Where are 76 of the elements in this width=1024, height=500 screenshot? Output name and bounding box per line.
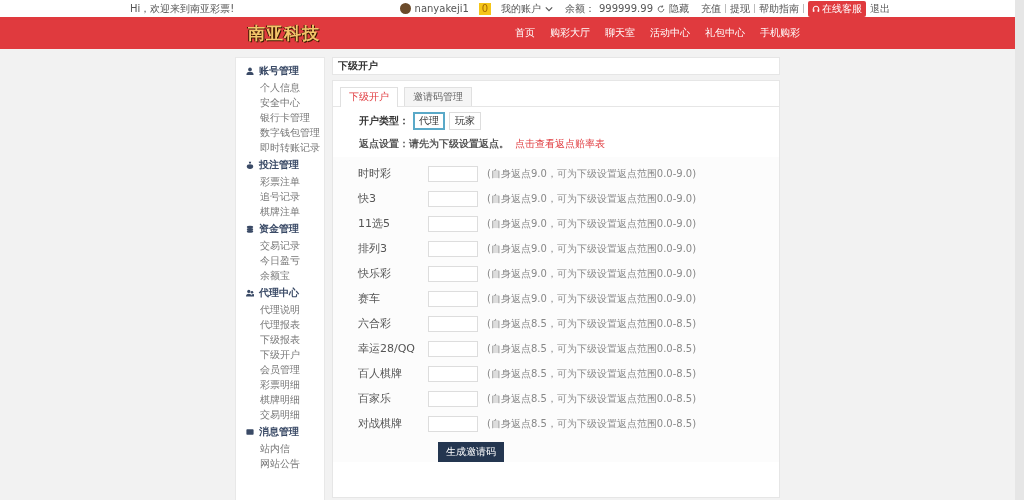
sidebar-item[interactable]: 棋牌注单 [236, 204, 324, 219]
top-link[interactable]: 提现 [730, 1, 750, 16]
sidebar-item[interactable]: 彩票明细 [236, 377, 324, 392]
sidebar-section-title: 消息管理 [259, 425, 299, 439]
rebate-hint: (自身返点9.0，可为下级设置返点范围0.0-9.0) [487, 166, 697, 181]
sidebar-item[interactable]: 安全中心 [236, 95, 324, 110]
sidebar-item[interactable]: 今日盈亏 [236, 253, 324, 268]
sidebar-item[interactable]: 银行卡管理 [236, 110, 324, 125]
account-type-option[interactable]: 代理 [413, 112, 445, 130]
sidebar-item[interactable]: 棋牌明细 [236, 392, 324, 407]
rebate-hint: (自身返点8.5，可为下级设置返点范围0.0-8.5) [487, 366, 697, 381]
nav-link[interactable]: 首页 [515, 26, 535, 40]
account-type-label: 开户类型： [359, 114, 409, 128]
generate-code-button[interactable]: 生成邀请码 [438, 442, 504, 462]
sidebar-section-title: 投注管理 [259, 158, 299, 172]
tab[interactable]: 邀请码管理 [404, 87, 472, 106]
rebate-hint: (自身返点9.0，可为下级设置返点范围0.0-9.0) [487, 241, 697, 256]
account-type-option[interactable]: 玩家 [449, 112, 481, 130]
game-label: 幸运28/QQ [358, 341, 417, 356]
sidebar-item[interactable]: 追号记录 [236, 189, 324, 204]
rebate-hint: (自身返点9.0，可为下级设置返点范围0.0-9.0) [487, 291, 697, 306]
sidebar-item[interactable]: 交易记录 [236, 238, 324, 253]
nav-link[interactable]: 手机购彩 [760, 26, 800, 40]
rebate-label: 返点设置：请先为下级设置返点。 [359, 138, 509, 149]
nav-link[interactable]: 购彩大厅 [550, 26, 590, 40]
sidebar-item[interactable]: 网站公告 [236, 456, 324, 471]
rebate-hint: (自身返点8.5，可为下级设置返点范围0.0-8.5) [487, 391, 697, 406]
balance-value: 999999.99 [598, 3, 653, 14]
panel-title: 下级开户 [338, 59, 378, 73]
online-service-button[interactable]: 在线客服 [808, 0, 866, 17]
rebate-hint: (自身返点9.0，可为下级设置返点范围0.0-9.0) [487, 216, 697, 231]
rebate-table-link[interactable]: 点击查看返点赔率表 [515, 138, 605, 149]
game-label: 六合彩 [358, 316, 392, 331]
sidebar-item[interactable]: 站内信 [236, 441, 324, 456]
top-link[interactable]: 充值 [701, 1, 721, 16]
balance-label: 余额： [564, 1, 595, 16]
sidebar-item[interactable]: 下级报表 [236, 332, 324, 347]
game-label: 11选5 [358, 216, 391, 231]
sidebar-section-title: 资金管理 [259, 222, 299, 236]
sidebar-item[interactable]: 下级开户 [236, 347, 324, 362]
sidebar-item[interactable]: 代理报表 [236, 317, 324, 332]
game-label: 百人棋牌 [358, 366, 403, 381]
sidebar-item[interactable]: 代理说明 [236, 302, 324, 317]
sidebar-item[interactable]: 会员管理 [236, 362, 324, 377]
welcome-text: Hi，欢迎来到南亚彩票! [130, 1, 235, 16]
nav-link[interactable]: 活动中心 [650, 26, 690, 40]
nav-link[interactable]: 聊天室 [605, 26, 635, 40]
rebate-hint: (自身返点8.5，可为下级设置返点范围0.0-8.5) [487, 316, 697, 331]
hide-link[interactable]: 隐藏 [669, 1, 689, 16]
game-label: 赛车 [358, 291, 381, 306]
sidebar-item[interactable]: 彩票注单 [236, 174, 324, 189]
nav-link[interactable]: 礼包中心 [705, 26, 745, 40]
sidebar-item[interactable]: 即时转账记录 [236, 140, 324, 155]
rebate-hint: (自身返点8.5，可为下级设置返点范围0.0-8.5) [487, 341, 697, 356]
rebate-hint: (自身返点9.0，可为下级设置返点范围0.0-9.0) [487, 191, 697, 206]
sidebar-section-title: 账号管理 [259, 64, 299, 78]
game-label: 快3 [358, 191, 377, 206]
tab[interactable]: 下级开户 [340, 87, 398, 107]
top-link[interactable]: 帮助指南 [759, 1, 799, 16]
logo[interactable]: 南亚科技 [248, 21, 320, 45]
sidebar-item[interactable]: 数字钱包管理 [236, 125, 324, 140]
rebate-hint: (自身返点8.5，可为下级设置返点范围0.0-8.5) [487, 416, 697, 431]
sidebar-item[interactable]: 交易明细 [236, 407, 324, 422]
account-menu[interactable]: 我的账户 [500, 1, 541, 16]
game-label: 对战棋牌 [358, 416, 403, 431]
vip-badge: 0 [478, 2, 491, 15]
rebate-hint: (自身返点9.0，可为下级设置返点范围0.0-9.0) [487, 266, 697, 281]
sidebar-item[interactable]: 个人信息 [236, 80, 324, 95]
game-label: 时时彩 [358, 166, 392, 181]
sidebar-section-title: 代理中心 [259, 286, 299, 300]
game-label: 快乐彩 [358, 266, 392, 281]
username: nanyakeji1 [414, 3, 469, 14]
logout-link[interactable]: 退出 [870, 1, 890, 16]
game-label: 百家乐 [358, 391, 392, 406]
sidebar-item[interactable]: 余额宝 [236, 268, 324, 283]
game-label: 排列3 [358, 241, 388, 256]
